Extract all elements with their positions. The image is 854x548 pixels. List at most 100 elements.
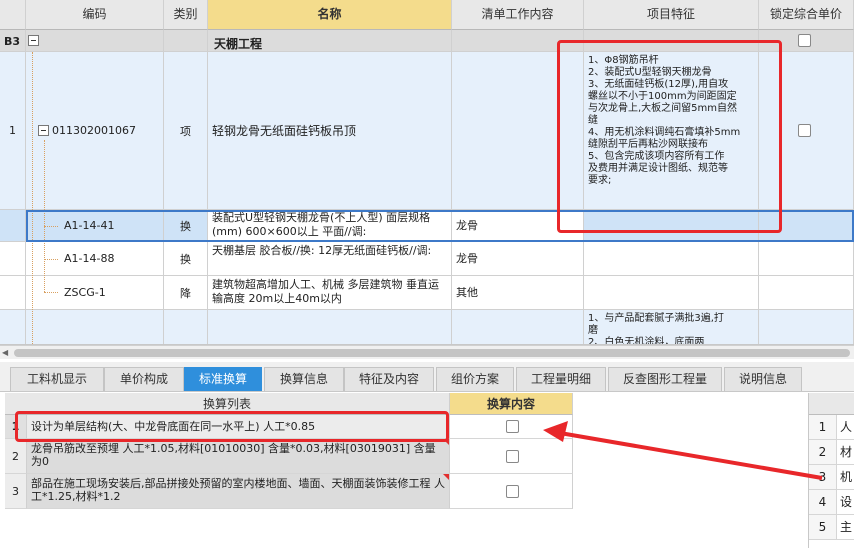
horizontal-scrollbar[interactable]: ◀: [0, 345, 854, 359]
main-name-cell: 轻钢龙骨无纸面硅钙板吊顶: [208, 52, 452, 210]
next-index-cell: [0, 310, 26, 344]
resource-row-num: 5: [809, 515, 837, 539]
conversion-row[interactable]: 3 部品在施工现场安装后,部品拼接处预留的室内楼地面、墙面、天棚面装饰装修工程 …: [0, 474, 573, 509]
conversion-list-header: 换算列表: [5, 393, 450, 415]
conversion-row[interactable]: 2 龙骨吊筋改至预埋 人工*1.05,材料[01010030] 含量*0.03,…: [0, 439, 573, 474]
sub-work: 其他: [456, 285, 478, 299]
conversion-row-check-cell: [450, 415, 573, 439]
header-type[interactable]: 类别: [164, 0, 208, 30]
sub-code-cell: ZSCG-1: [26, 276, 164, 310]
tab-conversion-info[interactable]: 换算信息: [264, 367, 344, 391]
sub-feature-cell: [584, 242, 759, 276]
feature-line: 及费用并满足设计图纸、规范等: [588, 163, 728, 174]
tab-price-composition[interactable]: 单价构成: [104, 367, 184, 391]
next-item-row[interactable]: 1、与产品配套腻子满批3遍,打磨 2、白色无机涂料，底面两: [0, 310, 854, 345]
conversion-content-header: 换算内容: [450, 393, 573, 415]
main-work-cell: [452, 52, 584, 210]
sub-type: 换: [180, 219, 191, 233]
tab-pricing-scheme[interactable]: 组价方案: [436, 367, 514, 391]
tab-quantity-detail[interactable]: 工程量明细: [516, 367, 606, 391]
lock-checkbox[interactable]: [798, 124, 811, 137]
next-code-cell: [26, 310, 164, 344]
conversion-row[interactable]: 1 设计为单层结构(大、中龙骨底面在同一水平上) 人工*0.85: [0, 415, 573, 439]
sub-work-cell: 其他: [452, 276, 584, 310]
feature-line: 1、与产品配套腻子满批3遍,打: [588, 313, 724, 324]
resource-row[interactable]: 5主: [809, 515, 854, 540]
resource-row-num: 4: [809, 490, 837, 514]
main-type: 项: [180, 124, 191, 138]
conversion-checkbox[interactable]: [505, 484, 519, 498]
sub-item-row[interactable]: A1-14-41 换 装配式U型轻钢天棚龙骨(不上人型) 面层规格(mm) 60…: [0, 210, 854, 242]
sub-type: 换: [180, 252, 191, 266]
sub-index-cell: [0, 242, 26, 276]
section-row[interactable]: B3 天棚工程: [0, 30, 854, 52]
resource-row[interactable]: 4设: [809, 490, 854, 515]
sub-work: 龙骨: [456, 218, 478, 232]
feature-line: 要求;: [588, 175, 612, 186]
tab-material-machine[interactable]: 工料机显示: [10, 367, 104, 391]
header-code[interactable]: 编码: [26, 0, 164, 30]
header-index: [0, 0, 26, 30]
sub-lock-cell: [759, 242, 854, 276]
lock-checkbox[interactable]: [798, 34, 811, 47]
sub-item-row[interactable]: ZSCG-1 降 建筑物超高增加人工、机械 多层建筑物 垂直运输高度 20m以上…: [0, 276, 854, 310]
tab-description[interactable]: 说明信息: [724, 367, 802, 391]
tab-reverse-graphic-quantity[interactable]: 反查图形工程量: [608, 367, 722, 391]
feature-line: 磨: [588, 325, 598, 336]
sub-name-cell: 建筑物超高增加人工、机械 多层建筑物 垂直运输高度 20m以上40m以内: [208, 276, 452, 310]
main-index-cell: 1: [0, 52, 26, 210]
main-type-cell: 项: [164, 52, 208, 210]
conversion-checkbox[interactable]: [505, 449, 519, 463]
conversion-row-desc-cell: 部品在施工现场安装后,部品拼接处预留的室内楼地面、墙面、天棚面装饰装修工程 人工…: [27, 474, 450, 509]
section-type-cell: [164, 30, 208, 52]
resource-row-text: 设: [840, 495, 853, 509]
header-name[interactable]: 名称: [208, 0, 452, 30]
tree-line: [32, 52, 33, 344]
tree-line: [44, 140, 45, 292]
section-work-cell: [452, 30, 584, 52]
feature-line: 2、白色无机涂料，底面两: [588, 337, 705, 345]
sub-work: 龙骨: [456, 251, 478, 265]
header-lock-price[interactable]: 锁定综合单价: [759, 0, 854, 30]
feature-line: 2、装配式U型轻钢天棚龙骨: [588, 67, 712, 78]
main-index: 1: [9, 124, 16, 137]
tab-standard-conversion[interactable]: 标准换算: [184, 367, 262, 391]
header-work-content[interactable]: 清单工作内容: [452, 0, 584, 30]
resource-row[interactable]: 1人: [809, 415, 854, 440]
conversion-row-desc: 设计为单层结构(大、中龙骨底面在同一水平上) 人工*0.85: [31, 420, 316, 433]
scrollbar-thumb[interactable]: [14, 349, 850, 357]
collapse-icon[interactable]: [28, 35, 39, 46]
tree-line: [44, 226, 58, 227]
section-index: B3: [0, 30, 26, 52]
header-features[interactable]: 项目特征: [584, 0, 759, 30]
comment-marker-icon: [443, 474, 449, 480]
resource-row[interactable]: 2材: [809, 440, 854, 465]
conversion-row-num: 3: [12, 484, 19, 498]
resource-row[interactable]: 3机: [809, 465, 854, 490]
detail-tab-bar: 工料机显示 单价构成 标准换算 换算信息 特征及内容 组价方案 工程量明细 反查…: [0, 362, 854, 392]
conversion-row-desc-cell: 龙骨吊筋改至预埋 人工*1.05,材料[01010030] 含量*0.03,材料…: [27, 439, 450, 474]
section-code-cell: [26, 30, 164, 52]
resource-row-num: 3: [809, 465, 837, 489]
section-feature-cell: [584, 30, 759, 52]
boq-grid: 编码 类别 名称 清单工作内容 项目特征 锁定综合单价 B3 天棚工程 1 01…: [0, 0, 854, 345]
tab-features-content[interactable]: 特征及内容: [344, 367, 434, 391]
next-work-cell: [452, 310, 584, 344]
conversion-checkbox[interactable]: [505, 420, 519, 433]
sub-lock-cell: [759, 210, 854, 242]
main-feature-cell[interactable]: 1、Φ8钢筋吊杆 2、装配式U型轻钢天棚龙骨 3、无纸面硅钙板(12厚),用自攻 螺丝…: [584, 52, 759, 210]
feature-line: 缝: [588, 115, 598, 126]
scroll-left-icon[interactable]: ◀: [2, 348, 8, 357]
feature-line: 5、包含完成该项内容所有工作: [588, 151, 725, 162]
resource-row-text: 机: [840, 470, 853, 484]
sub-feature-cell: [584, 276, 759, 310]
main-item-row[interactable]: 1 011302001067 项 轻钢龙骨无纸面硅钙板吊顶 1、Φ8钢筋吊杆 2、…: [0, 52, 854, 210]
sub-item-row[interactable]: A1-14-88 换 天棚基层 胶合板//换: 12厚无纸面硅钙板//调: 龙骨: [0, 242, 854, 276]
sub-type-cell: 降: [164, 276, 208, 310]
next-type-cell: [164, 310, 208, 344]
sub-name-cell: 天棚基层 胶合板//换: 12厚无纸面硅钙板//调:: [208, 242, 452, 276]
next-name-cell: [208, 310, 452, 344]
sub-work-cell: 龙骨: [452, 210, 584, 242]
sub-index-cell: [0, 210, 26, 242]
collapse-icon[interactable]: [38, 125, 49, 136]
